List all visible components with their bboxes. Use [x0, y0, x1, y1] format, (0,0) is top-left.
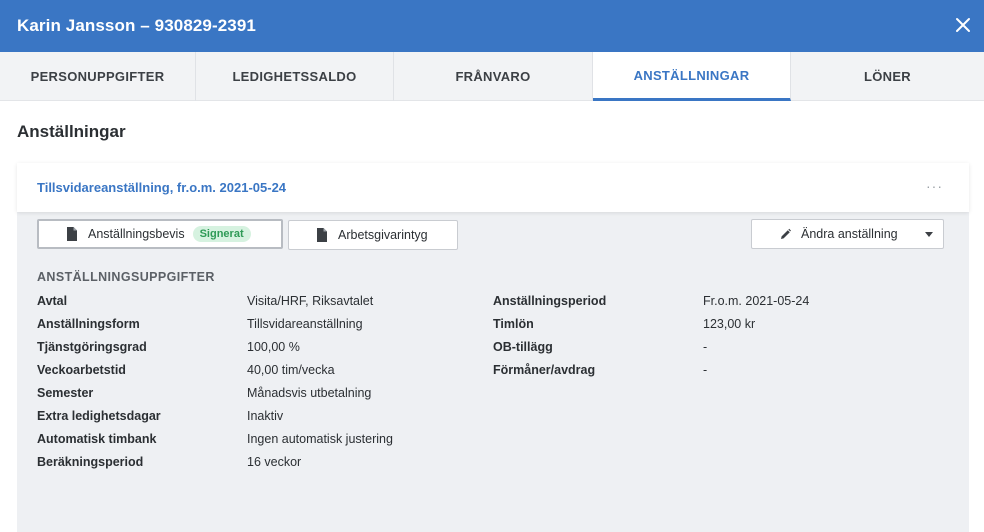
field-value: Fr.o.m. 2021-05-24 [703, 294, 810, 308]
field-label: Veckoarbetstid [37, 363, 126, 377]
field-label: OB-tillägg [493, 340, 553, 354]
tab-personuppgifter[interactable]: PERSONUPPGIFTER [0, 52, 196, 101]
employment-card: Tillsvidareanställning, fr.o.m. 2021-05-… [17, 163, 969, 532]
field-label: Tjänstgöringsgrad [37, 340, 147, 354]
page-title: Anställningar [17, 122, 126, 141]
field-value: Visita/HRF, Riksavtalet [247, 294, 374, 308]
field-label: Förmåner/avdrag [493, 363, 596, 377]
tab-bar: PERSONUPPGIFTER LEDIGHETSSALDO FRÅNVARO … [0, 52, 984, 101]
arbetsgivarintyg-label: Arbetsgivarintyg [338, 228, 428, 242]
signed-status-badge: Signerat [192, 226, 251, 242]
arbetsgivarintyg-button[interactable]: Arbetsgivarintyg [288, 220, 458, 250]
tab-ledighetssaldo[interactable]: LEDIGHETSSALDO [196, 52, 394, 101]
field-label: Automatisk timbank [37, 432, 157, 446]
field-value: - [703, 340, 708, 354]
close-icon[interactable] [954, 16, 972, 34]
more-options-icon[interactable]: ··· [926, 178, 943, 194]
tab-loner[interactable]: LÖNER [791, 52, 984, 101]
field-value: - [703, 363, 708, 377]
field-value: Ingen automatisk justering [247, 432, 393, 446]
field-value: 40,00 tim/vecka [247, 363, 335, 377]
anstallningsbevis-label: Anställningsbevis [88, 227, 185, 241]
modal-title: Karin Jansson – 930829-2391 [17, 16, 256, 35]
field-label: Anställningsform [37, 317, 140, 331]
modal-header: Karin Jansson – 930829-2391 [0, 0, 984, 52]
tab-anstallningar[interactable]: ANSTÄLLNINGAR [593, 52, 791, 101]
pencil-icon [779, 227, 791, 241]
field-label: Extra ledighetsdagar [37, 409, 161, 423]
chevron-down-icon [925, 232, 933, 237]
field-label: Avtal [37, 294, 68, 308]
document-icon [316, 228, 328, 242]
field-value: Inaktiv [247, 409, 284, 423]
field-label: Timlön [493, 317, 534, 331]
document-icon [66, 227, 78, 241]
field-label: Anställningsperiod [493, 294, 607, 308]
edit-employment-label: Ändra anställning [801, 227, 898, 241]
field-value: 100,00 % [247, 340, 300, 354]
field-value: 123,00 kr [703, 317, 756, 331]
edit-employment-dropdown-button[interactable]: Ändra anställning [751, 219, 944, 249]
anstallningsbevis-button[interactable]: Anställningsbevis Signerat [37, 219, 283, 249]
field-value: Tillsvidareanställning [247, 317, 363, 331]
employment-card-header: Tillsvidareanställning, fr.o.m. 2021-05-… [17, 163, 969, 212]
field-value: 16 veckor [247, 455, 302, 469]
employment-title-link[interactable]: Tillsvidareanställning, fr.o.m. 2021-05-… [37, 180, 286, 195]
section-heading: ANSTÄLLNINGSUPPGIFTER [37, 270, 215, 284]
tab-franvaro[interactable]: FRÅNVARO [394, 52, 593, 101]
field-label: Semester [37, 386, 94, 400]
field-value: Månadsvis utbetalning [247, 386, 372, 400]
field-label: Beräkningsperiod [37, 455, 144, 469]
